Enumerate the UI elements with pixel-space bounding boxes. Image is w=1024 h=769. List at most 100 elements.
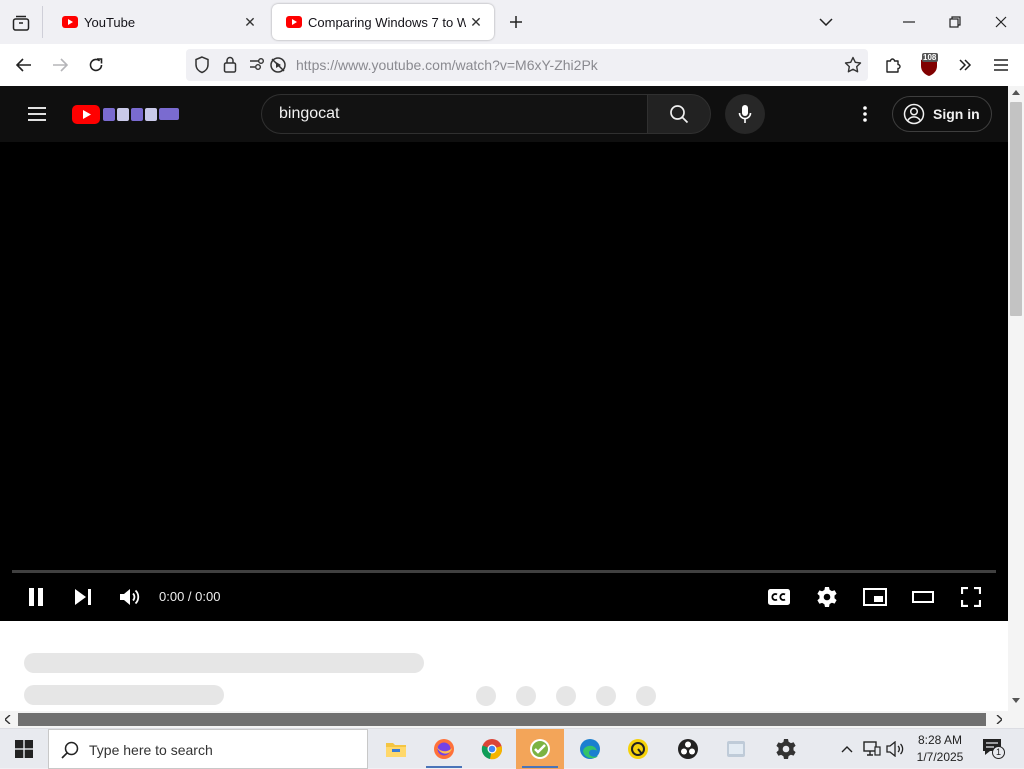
- fullscreen-icon: [961, 587, 981, 607]
- new-tab-button[interactable]: [504, 10, 528, 34]
- extensions-button[interactable]: [879, 51, 907, 79]
- plus-icon: [510, 16, 522, 28]
- youtube-favicon-icon: [62, 16, 78, 28]
- taskbar-search-placeholder: Type here to search: [89, 742, 213, 758]
- vertical-scrollbar[interactable]: [1008, 86, 1024, 711]
- tab-comparing-windows[interactable]: Comparing Windows 7 to Windows 8 ✕: [272, 4, 494, 40]
- reload-button[interactable]: [82, 51, 110, 79]
- list-all-tabs-button[interactable]: [814, 10, 838, 34]
- chevron-up-icon: [841, 745, 853, 752]
- hamburger-menu-icon: [28, 107, 46, 121]
- chevron-down-icon: [819, 18, 833, 26]
- windows-taskbar: Type here to search 8:28 AM 1/7/2025 1: [0, 728, 1024, 769]
- puzzle-icon: [886, 58, 901, 73]
- autoplay-blocked-icon[interactable]: [269, 56, 287, 74]
- search-input[interactable]: bingocat: [261, 94, 647, 134]
- taskbar-clock[interactable]: 8:28 AM 1/7/2025: [912, 732, 968, 766]
- taskbar-search-box[interactable]: Type here to search: [48, 729, 368, 769]
- address-bar[interactable]: https://www.youtube.com/watch?v=M6xY-Zhi…: [186, 49, 868, 81]
- chrome-taskbar-icon[interactable]: [468, 729, 516, 769]
- channel-placeholder: [24, 685, 224, 705]
- firefox-view-icon[interactable]: [8, 10, 34, 36]
- settings-button[interactable]: [812, 582, 842, 612]
- closed-captions-icon: [768, 589, 790, 605]
- volume-icon[interactable]: [885, 740, 905, 758]
- tab-title: Comparing Windows 7 to Windows 8: [308, 14, 466, 30]
- overflow-menu-button[interactable]: [951, 51, 979, 79]
- next-video-button[interactable]: [68, 582, 98, 612]
- ublock-origin-extension-button[interactable]: 108: [915, 51, 943, 79]
- network-icon[interactable]: [862, 740, 882, 758]
- restore-window-button[interactable]: [943, 10, 967, 34]
- youtube-masthead: bingocat Sign in: [0, 86, 1008, 142]
- vertical-dots-icon: [863, 106, 867, 122]
- volume-icon: [120, 589, 140, 605]
- notification-count-badge: 1: [992, 746, 1005, 759]
- search-button[interactable]: [647, 94, 711, 134]
- fullscreen-button[interactable]: [956, 582, 986, 612]
- scroll-right-arrow-icon[interactable]: [996, 715, 1002, 724]
- voice-search-button[interactable]: [725, 94, 765, 134]
- microphone-icon: [738, 105, 752, 123]
- permissions-icon[interactable]: [249, 57, 265, 71]
- subtitles-button[interactable]: [764, 582, 794, 612]
- reload-icon: [89, 58, 103, 72]
- settings-more-button[interactable]: [852, 100, 878, 128]
- close-window-button[interactable]: [989, 10, 1013, 34]
- mute-button[interactable]: [115, 582, 145, 612]
- forward-button[interactable]: [46, 51, 74, 79]
- start-button[interactable]: [0, 729, 48, 769]
- app-taskbar-icon[interactable]: [712, 729, 760, 769]
- tab-youtube[interactable]: YouTube ✕: [48, 4, 268, 40]
- gear-icon: [817, 587, 837, 607]
- bookmark-star-icon[interactable]: [844, 56, 862, 74]
- arrow-left-icon: [16, 58, 31, 72]
- extension-badge-count: 108: [923, 53, 937, 62]
- action-placeholder: [636, 686, 656, 706]
- search-query-text: bingocat: [279, 105, 340, 122]
- app-taskbar-icon[interactable]: [516, 729, 564, 769]
- search-icon: [61, 741, 79, 759]
- theater-mode-button[interactable]: [908, 582, 938, 612]
- app-menu-button[interactable]: [987, 51, 1015, 79]
- account-circle-icon: [903, 103, 925, 125]
- tab-title: YouTube: [84, 14, 136, 30]
- search-icon: [670, 105, 689, 124]
- horizontal-scroll-thumb[interactable]: [18, 713, 986, 726]
- file-explorer-taskbar-icon[interactable]: [372, 729, 420, 769]
- edge-taskbar-icon[interactable]: [566, 729, 614, 769]
- pause-button[interactable]: [21, 582, 51, 612]
- scroll-left-arrow-icon[interactable]: [5, 715, 11, 724]
- horizontal-scrollbar[interactable]: [0, 711, 1024, 728]
- tracking-protection-shield-icon[interactable]: [194, 56, 210, 74]
- theater-mode-icon: [912, 591, 934, 603]
- close-tab-icon[interactable]: ✕: [466, 14, 486, 31]
- windows-logo-icon: [15, 740, 33, 758]
- firefox-taskbar-icon[interactable]: [420, 729, 468, 769]
- restore-icon: [949, 16, 961, 28]
- show-hidden-icons-button[interactable]: [838, 741, 856, 757]
- close-tab-icon[interactable]: ✕: [240, 14, 260, 31]
- settings-taskbar-icon[interactable]: [762, 729, 810, 769]
- obs-taskbar-icon[interactable]: [664, 729, 712, 769]
- guide-menu-button[interactable]: [24, 102, 50, 126]
- miniplayer-icon: [863, 588, 887, 606]
- notification-center-button[interactable]: 1: [982, 738, 1008, 760]
- back-button[interactable]: [10, 51, 38, 79]
- progress-bar[interactable]: [12, 570, 996, 573]
- scroll-up-arrow-icon[interactable]: [1012, 89, 1020, 95]
- app-taskbar-icon[interactable]: [614, 729, 662, 769]
- tab-divider: [42, 6, 43, 38]
- hamburger-menu-icon: [994, 59, 1008, 71]
- youtube-logo[interactable]: [72, 104, 182, 124]
- vertical-scroll-thumb[interactable]: [1010, 102, 1022, 316]
- miniplayer-button[interactable]: [860, 582, 890, 612]
- video-player[interactable]: 0:00 / 0:00: [0, 142, 1008, 621]
- url-text: https://www.youtube.com/watch?v=M6xY-Zhi…: [296, 57, 598, 73]
- scroll-down-arrow-icon[interactable]: [1012, 698, 1020, 704]
- browser-tab-strip: YouTube ✕ Comparing Windows 7 to Windows…: [0, 0, 1024, 44]
- lock-icon[interactable]: [223, 56, 237, 73]
- sign-in-button[interactable]: Sign in: [892, 96, 992, 132]
- clock-date: 1/7/2025: [916, 750, 964, 764]
- minimize-window-button[interactable]: [897, 10, 921, 34]
